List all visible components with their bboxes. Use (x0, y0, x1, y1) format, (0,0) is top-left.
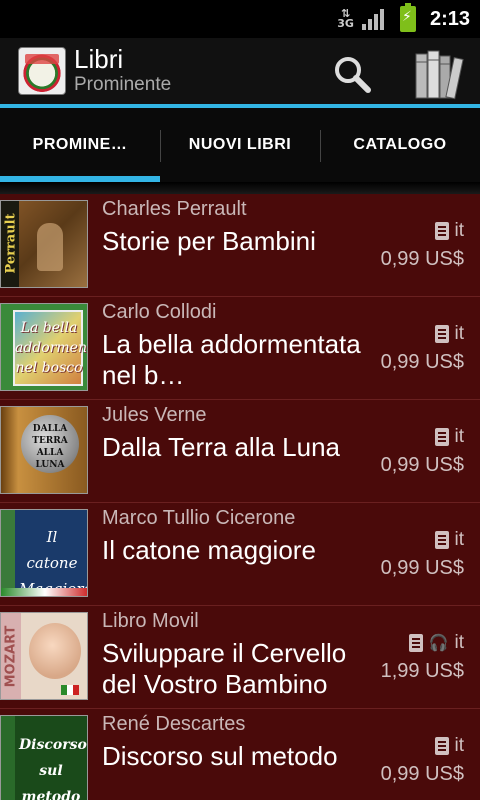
page-title: Libri (74, 44, 124, 74)
tab-prominente[interactable]: PROMINE… (0, 108, 160, 182)
ebook-icon (434, 531, 449, 549)
book-language: it (454, 323, 465, 344)
battery-charging-icon (399, 3, 416, 32)
book-price: 0,99 US$ (380, 763, 464, 785)
book-cover: MOZART (0, 612, 88, 700)
book-cover: Discorso sul metodo (0, 715, 88, 800)
book-price: 1,99 US$ (380, 660, 464, 682)
book-price: 0,99 US$ (380, 454, 464, 476)
action-bar: Libri Prominente (0, 38, 480, 108)
book-language: it (454, 632, 465, 653)
list-item[interactable]: DALLA TERRA ALLA LUNA Jules Verne Dalla … (0, 400, 480, 503)
audiobook-headphones-icon: 🎧 (428, 635, 449, 652)
book-title: Sviluppare il Cervello del Vostro Bambin… (102, 638, 347, 699)
book-cover: DALLA TERRA ALLA LUNA (0, 406, 88, 494)
book-title: La bella addormentata nel b… (102, 329, 361, 390)
ebook-icon (434, 222, 449, 240)
ebook-icon (408, 634, 423, 652)
book-author: Charles Perrault (102, 198, 247, 220)
book-cover: Perrault (0, 200, 88, 288)
ebook-icon (434, 737, 449, 755)
signal-strength-icon (361, 8, 384, 30)
app-logo-icon[interactable] (18, 47, 66, 95)
list-item[interactable]: Discorso sul metodo René Descartes Disco… (0, 709, 480, 800)
list-item[interactable]: Perrault Charles Perrault Storie per Bam… (0, 194, 480, 297)
book-cover: Il catone Maggiore (0, 509, 88, 597)
search-icon[interactable] (330, 52, 376, 98)
ebook-icon (434, 428, 449, 446)
book-title: Storie per Bambini (102, 226, 316, 256)
list-item[interactable]: Il catone Maggiore Marco Tullio Cicerone… (0, 503, 480, 606)
book-author: Libro Movil (102, 610, 199, 632)
tab-catalogo[interactable]: CATALOGO (320, 108, 480, 182)
book-language: it (454, 735, 465, 756)
book-cover: La bella addormentata nel bosco (0, 303, 88, 391)
book-language: it (454, 220, 465, 241)
tab-bar: PROMINE… NUOVI LIBRI CATALOGO (0, 108, 480, 182)
list-item[interactable]: MOZART Libro Movil Sviluppare il Cervell… (0, 606, 480, 709)
book-language: it (454, 426, 465, 447)
status-time: 2:13 (429, 7, 470, 30)
network-type-icon: ⇅ 3G (337, 7, 354, 30)
ebook-icon (434, 325, 449, 343)
library-books-icon[interactable] (410, 46, 468, 104)
book-price: 0,99 US$ (380, 248, 464, 270)
status-bar: ⇅3G 2:13 (0, 0, 480, 38)
book-price: 0,99 US$ (380, 351, 464, 373)
book-title: Dalla Terra alla Luna (102, 432, 340, 462)
book-author: Marco Tullio Cicerone (102, 507, 296, 529)
page-subtitle: Prominente (74, 74, 172, 95)
book-title: Discorso sul metodo (102, 741, 338, 771)
book-author: Jules Verne (102, 404, 207, 426)
book-list: Perrault Charles Perrault Storie per Bam… (0, 194, 480, 800)
book-author: René Descartes (102, 713, 246, 735)
book-price: 0,99 US$ (380, 557, 464, 579)
book-author: Carlo Collodi (102, 301, 217, 323)
tab-nuovi-libri[interactable]: NUOVI LIBRI (160, 108, 320, 182)
tabs-divider (0, 182, 480, 194)
list-item[interactable]: La bella addormentata nel bosco Carlo Co… (0, 297, 480, 400)
book-language: it (454, 529, 465, 550)
book-title: Il catone maggiore (102, 535, 316, 565)
